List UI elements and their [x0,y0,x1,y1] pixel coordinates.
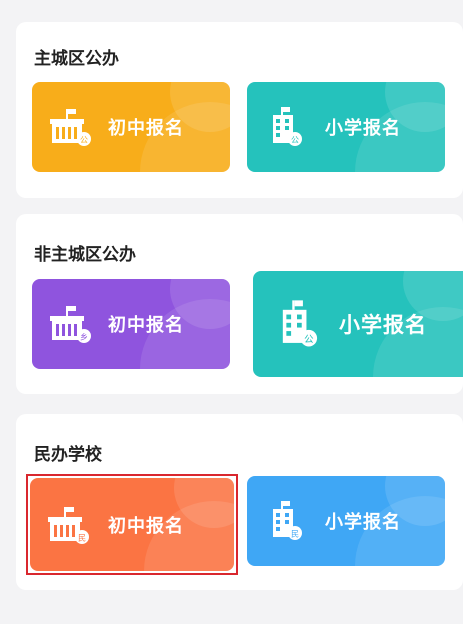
svg-text:公: 公 [304,334,314,345]
office-building-icon: 公 [273,107,302,146]
card-middle-school-signup[interactable]: 乡 初中报名 [32,279,230,369]
svg-text:乡: 乡 [80,333,88,342]
office-building-icon: 民 [273,501,302,540]
card-label: 初中报名 [108,315,184,336]
school-building-icon: 公 [50,109,91,146]
card-middle-school-signup[interactable]: 公 初中报名 [32,82,230,172]
svg-text:公: 公 [80,136,88,145]
office-building-icon: 公 [282,300,318,347]
card-primary-school-signup[interactable]: 公 小学报名 [253,271,463,377]
card-label: 初中报名 [108,118,184,139]
section-title: 主城区公办 [34,49,119,69]
card-label: 小学报名 [325,118,401,139]
section-title: 非主城区公办 [34,245,136,265]
card-primary-school-signup[interactable]: 公 小学报名 [247,82,445,172]
card-primary-school-signup[interactable]: 民 小学报名 [247,476,445,566]
school-building-icon: 乡 [50,306,91,343]
section-title: 民办学校 [34,445,102,465]
svg-text:公: 公 [291,136,299,145]
selection-highlight [26,474,238,575]
card-label: 小学报名 [339,313,427,337]
svg-text:民: 民 [291,530,299,539]
card-label: 小学报名 [325,512,401,533]
